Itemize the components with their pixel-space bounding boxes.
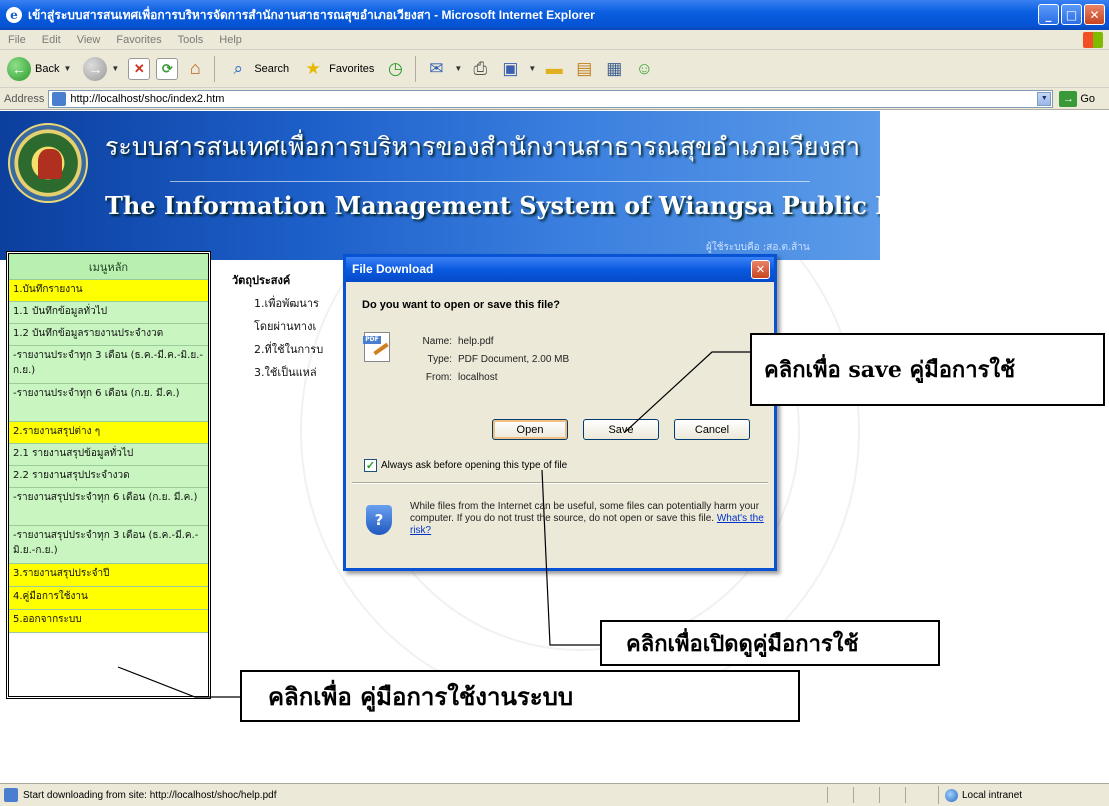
intranet-globe-icon (945, 788, 958, 802)
status-bar: Start downloading from site: http://loca… (0, 783, 1109, 806)
manual-annotation: คลิกเพื่อ คู่มือการใช้งานระบบ (240, 670, 800, 722)
page-loading-icon (4, 788, 18, 802)
save-annotation: คลิกเพื่อ save คู่มือการใช้ (750, 333, 1105, 406)
zone-label: Local intranet (962, 789, 1023, 801)
open-annotation: คลิกเพื่อเปิดดูคู่มือการใช้ (600, 620, 940, 666)
security-zone: Local intranet (938, 786, 1106, 804)
status-panes (827, 787, 929, 803)
status-text: Start downloading from site: http://loca… (23, 789, 277, 801)
